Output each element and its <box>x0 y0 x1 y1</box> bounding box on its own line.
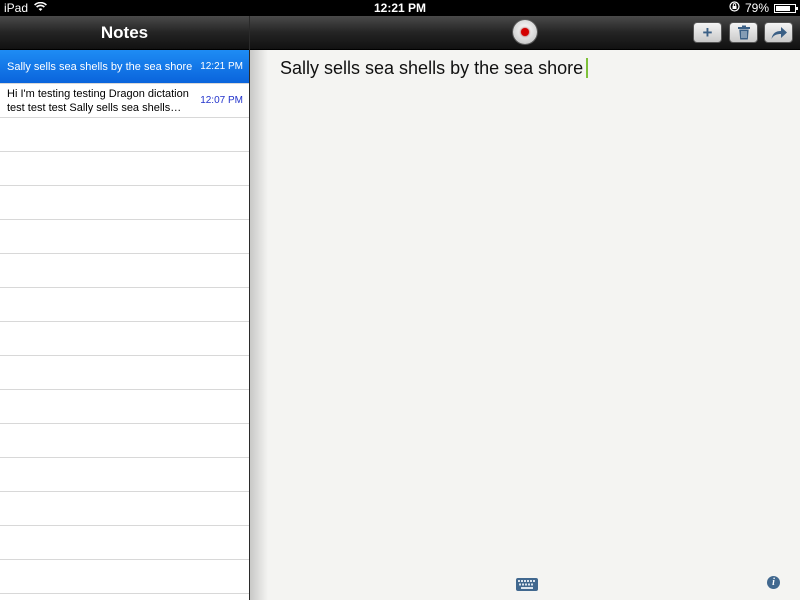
text-caret <box>586 58 589 78</box>
empty-row <box>0 390 249 424</box>
note-editor[interactable]: Sally sells sea shells by the sea shore … <box>250 50 800 600</box>
empty-row <box>0 492 249 526</box>
info-icon[interactable]: i <box>767 576 780 589</box>
notes-sidebar: Notes Sally sells sea shells by the sea … <box>0 16 250 600</box>
editor-pane: + Sally sells sea shells by the sea shor… <box>250 16 800 600</box>
add-note-button[interactable]: + <box>693 22 722 43</box>
empty-row <box>0 424 249 458</box>
note-preview: Sally sells sea shells by the sea shore <box>7 60 193 73</box>
note-list-item-2[interactable]: Hi I'm testing testing Dragon dictation … <box>0 84 249 118</box>
delete-note-button[interactable] <box>729 22 758 43</box>
keyboard-icon[interactable] <box>516 578 538 591</box>
empty-row <box>0 186 249 220</box>
empty-row <box>0 560 249 594</box>
status-time: 12:21 PM <box>373 1 427 15</box>
battery-icon <box>774 3 798 13</box>
note-time: 12:07 PM <box>200 95 243 106</box>
share-arrow-icon <box>771 27 787 39</box>
empty-row <box>0 458 249 492</box>
note-time: 12:21 PM <box>200 61 243 72</box>
note-content[interactable]: Sally sells sea shells by the sea shore <box>280 58 589 79</box>
empty-row <box>0 220 249 254</box>
status-right: 79% <box>729 1 798 15</box>
empty-row <box>0 322 249 356</box>
rotation-lock-icon <box>729 1 740 15</box>
empty-row <box>0 288 249 322</box>
note-preview: Hi I'm testing testing Dragon dictation … <box>7 87 189 114</box>
share-button[interactable] <box>764 22 793 43</box>
battery-fill <box>776 5 791 11</box>
empty-row <box>0 152 249 186</box>
editor-toolbar: + <box>250 16 800 50</box>
trash-icon <box>737 25 750 40</box>
status-bar: iPad 12:21 PM 79% <box>0 0 800 16</box>
record-icon <box>521 28 529 36</box>
sidebar-title: Notes <box>0 16 249 50</box>
note-text: Sally sells sea shells by the sea shore <box>280 58 584 78</box>
note-list-item-1[interactable]: Sally sells sea shells by the sea shore … <box>0 50 249 84</box>
empty-row <box>0 118 249 152</box>
record-button[interactable] <box>513 20 537 44</box>
empty-row <box>0 254 249 288</box>
empty-row <box>0 356 249 390</box>
battery-percent: 79% <box>744 1 769 15</box>
empty-row <box>0 526 249 560</box>
note-list: Sally sells sea shells by the sea shore … <box>0 50 249 594</box>
